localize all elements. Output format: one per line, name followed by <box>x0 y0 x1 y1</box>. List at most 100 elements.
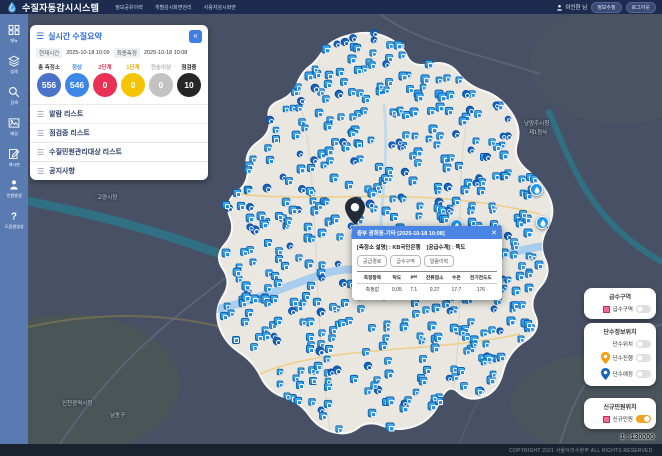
station-marker[interactable] <box>246 224 253 231</box>
supply-area-button[interactable]: 급수구역 <box>390 255 420 267</box>
station-marker[interactable] <box>416 213 423 220</box>
stat-transmission-error[interactable]: 전송이상 0 <box>149 63 173 97</box>
station-marker[interactable] <box>337 113 344 120</box>
station-marker[interactable] <box>519 210 527 218</box>
station-marker[interactable] <box>365 200 374 209</box>
station-marker[interactable] <box>510 238 518 246</box>
station-marker[interactable] <box>274 317 282 325</box>
close-icon[interactable]: ✕ <box>491 229 497 237</box>
station-marker[interactable] <box>250 343 258 351</box>
station-marker[interactable] <box>425 135 432 142</box>
station-marker[interactable] <box>446 375 452 381</box>
sidebar-item-help[interactable]: ? 도움말영상 <box>0 206 28 235</box>
station-marker[interactable] <box>324 383 332 391</box>
station-marker[interactable] <box>259 219 268 228</box>
station-marker[interactable] <box>457 367 465 375</box>
stat-level2[interactable]: 2단계 0 <box>93 63 117 97</box>
station-marker[interactable] <box>311 83 320 92</box>
station-marker[interactable] <box>304 223 313 232</box>
station-marker[interactable] <box>354 66 362 74</box>
station-marker[interactable] <box>434 333 443 342</box>
station-marker[interactable] <box>349 34 357 42</box>
station-marker[interactable] <box>266 115 274 123</box>
station-marker[interactable] <box>274 279 282 287</box>
station-marker[interactable] <box>455 162 463 170</box>
station-marker[interactable] <box>435 188 442 195</box>
station-marker[interactable] <box>296 165 305 174</box>
sidebar-item-search[interactable]: 검색 <box>0 82 28 111</box>
station-marker[interactable] <box>431 394 438 401</box>
station-marker[interactable] <box>505 277 512 284</box>
station-marker[interactable] <box>321 161 328 168</box>
supply-route-button[interactable]: 공급경로 <box>357 255 387 267</box>
station-marker[interactable] <box>340 78 348 86</box>
station-marker[interactable] <box>318 274 325 281</box>
sidebar-item-board[interactable]: 게시판 <box>0 144 28 173</box>
station-marker[interactable] <box>406 85 414 93</box>
station-marker[interactable] <box>436 132 443 139</box>
station-marker[interactable] <box>329 303 337 311</box>
station-marker[interactable] <box>460 186 469 195</box>
station-marker[interactable] <box>381 175 389 183</box>
station-marker[interactable] <box>412 133 419 140</box>
station-marker[interactable] <box>312 66 319 73</box>
station-marker[interactable] <box>358 306 365 313</box>
station-marker[interactable] <box>442 300 450 308</box>
station-marker[interactable] <box>420 75 429 84</box>
station-marker[interactable] <box>330 215 339 224</box>
station-marker[interactable] <box>367 188 376 197</box>
station-marker[interactable] <box>322 95 329 102</box>
station-marker[interactable] <box>306 187 314 195</box>
station-marker[interactable] <box>384 357 392 365</box>
station-marker[interactable] <box>242 281 251 290</box>
station-marker[interactable] <box>398 51 405 58</box>
station-marker[interactable] <box>305 259 314 268</box>
station-marker[interactable] <box>525 252 532 259</box>
station-marker[interactable] <box>400 195 407 202</box>
station-marker[interactable] <box>428 124 437 133</box>
station-marker[interactable] <box>294 83 301 90</box>
station-marker[interactable] <box>385 422 394 431</box>
station-marker[interactable] <box>458 117 467 126</box>
sidebar-item-legend[interactable]: 범례 <box>0 51 28 80</box>
station-marker[interactable] <box>224 303 231 310</box>
station-marker[interactable] <box>306 333 314 341</box>
station-marker[interactable] <box>477 187 485 195</box>
station-marker[interactable] <box>441 215 449 223</box>
station-marker[interactable] <box>383 320 390 327</box>
station-marker[interactable] <box>524 283 533 292</box>
station-marker[interactable] <box>524 320 532 328</box>
station-marker[interactable] <box>382 334 389 341</box>
station-marker[interactable] <box>436 77 443 84</box>
station-marker[interactable] <box>325 377 331 383</box>
station-marker[interactable] <box>300 319 307 326</box>
station-marker[interactable] <box>511 287 520 296</box>
station-marker[interactable] <box>306 318 315 327</box>
station-marker[interactable] <box>390 213 398 221</box>
station-marker[interactable] <box>471 340 477 346</box>
station-marker[interactable] <box>414 159 422 167</box>
station-marker[interactable] <box>402 132 409 139</box>
station-marker[interactable] <box>389 108 396 115</box>
station-marker[interactable] <box>270 295 278 303</box>
station-marker[interactable] <box>420 84 426 90</box>
station-marker[interactable] <box>295 254 302 261</box>
station-marker[interactable] <box>341 299 349 307</box>
station-marker[interactable] <box>283 393 290 400</box>
station-marker[interactable] <box>472 180 479 187</box>
station-marker[interactable] <box>370 36 377 43</box>
station-marker[interactable] <box>386 42 393 49</box>
station-marker[interactable] <box>483 153 491 161</box>
station-marker[interactable] <box>523 228 532 237</box>
station-marker[interactable] <box>324 79 332 87</box>
station-marker[interactable] <box>396 107 403 114</box>
station-marker[interactable] <box>297 151 304 158</box>
station-marker[interactable] <box>294 397 302 405</box>
station-marker[interactable] <box>290 298 299 307</box>
station-marker[interactable] <box>383 60 390 67</box>
station-marker[interactable] <box>246 203 254 211</box>
station-marker[interactable] <box>324 399 332 407</box>
station-marker[interactable] <box>266 156 274 164</box>
cutoff-inprogress-toggle[interactable] <box>636 354 651 362</box>
station-marker[interactable] <box>232 336 240 344</box>
